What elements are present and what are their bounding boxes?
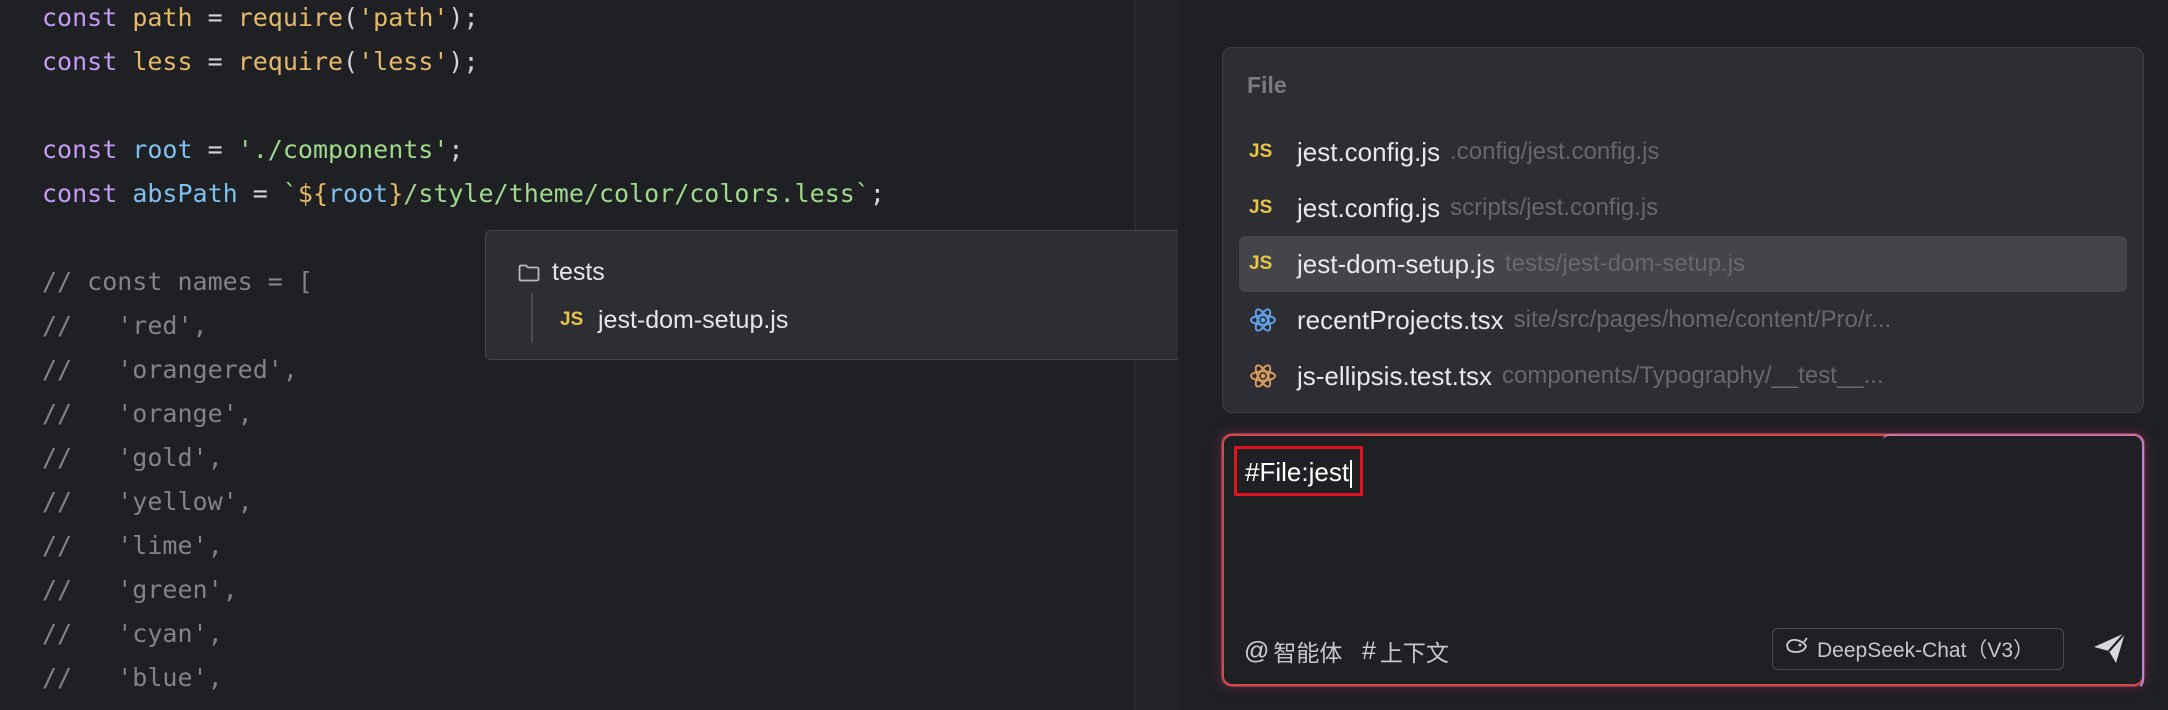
tree-folder-label: tests xyxy=(552,257,605,286)
code-token: absPath xyxy=(132,179,238,208)
suggestion-file-path: components/Typography/__test__... xyxy=(1502,362,1884,389)
js-icon: JS xyxy=(1249,253,1285,275)
code-token: ); xyxy=(448,47,479,76)
code-token: // 'cyan', xyxy=(42,619,223,648)
code-token: // 'gold', xyxy=(42,443,223,472)
code-token: './components' xyxy=(237,135,449,164)
code-line: const root = './components'; xyxy=(42,128,885,172)
suggestion-item[interactable]: JS jest.config.js scripts/jest.config.js xyxy=(1239,180,2127,236)
code-token: 'path' xyxy=(358,3,449,32)
at-icon: @ xyxy=(1244,636,1270,665)
tree-file-row[interactable]: JS jest-dom-setup.js xyxy=(560,303,788,337)
suggestion-item[interactable]: js-ellipsis.test.tsx components/Typograph… xyxy=(1239,348,2127,404)
react-icon xyxy=(1249,306,1285,334)
context-button[interactable]: # 上下文 xyxy=(1362,634,1449,668)
chat-input-box[interactable]: #File:jest @ 智能体 # 上下文 DeepSeek-Chat（V3） xyxy=(1222,434,2144,690)
js-icon: JS xyxy=(1249,141,1285,163)
code-token: path xyxy=(132,3,193,32)
code-token: const xyxy=(42,135,133,164)
hash-icon: # xyxy=(1362,636,1376,665)
code-token: ( xyxy=(343,47,359,76)
suggestion-header: File xyxy=(1247,72,1287,98)
agent-button[interactable]: @ 智能体 xyxy=(1244,634,1342,668)
folder-icon xyxy=(518,264,540,281)
suggestion-item[interactable]: recentProjects.tsx site/src/pages/home/co… xyxy=(1239,292,2127,348)
code-token: // 'orangered', xyxy=(42,355,298,384)
js-badge: JS xyxy=(1249,197,1273,218)
code-line: const path = require('path'); xyxy=(42,0,885,40)
js-icon: JS xyxy=(1249,197,1285,219)
code-line: // 'green', xyxy=(42,568,885,612)
code-token: const xyxy=(42,179,133,208)
tree-file-label: jest-dom-setup.js xyxy=(598,305,789,334)
code-token: } xyxy=(388,179,404,208)
js-badge: JS xyxy=(1249,253,1273,274)
code-line: // 'gold', xyxy=(42,436,885,480)
suggestion-file-path: scripts/jest.config.js xyxy=(1450,194,1659,221)
code-line: const less = require('less'); xyxy=(42,40,885,84)
code-token: = xyxy=(192,3,238,32)
model-selector-label: DeepSeek-Chat（V3） xyxy=(1817,639,2035,662)
tree-folder-row[interactable]: tests xyxy=(518,255,605,289)
suggestion-file-name: jest.config.js xyxy=(1297,192,1441,223)
code-line: // 'orange', xyxy=(42,392,885,436)
code-token: root xyxy=(132,135,193,164)
code-token: const xyxy=(42,47,133,76)
js-badge: JS xyxy=(1249,141,1273,162)
code-token: ` xyxy=(282,179,298,208)
suggestion-file-path: .config/jest.config.js xyxy=(1450,138,1660,165)
code-line: // 'cyan', xyxy=(42,612,885,656)
suggestion-file-name: js-ellipsis.test.tsx xyxy=(1297,360,1493,391)
chat-input-field[interactable]: #File:jest xyxy=(1234,446,1364,496)
code-token: const xyxy=(42,3,133,32)
code-token: // const names = [ xyxy=(42,267,313,296)
suggestion-item[interactable]: JS jest-dom-setup.js tests/jest-dom-setup.… xyxy=(1239,236,2127,292)
chat-input-value: #File:jest xyxy=(1245,457,1350,487)
suggestion-file-name: recentProjects.tsx xyxy=(1297,304,1504,335)
code-token: /style/theme/color/colors.less` xyxy=(403,179,870,208)
code-token: = xyxy=(192,47,238,76)
code-line: const absPath = `${root}/style/theme/col… xyxy=(42,172,885,216)
code-token: root xyxy=(328,179,389,208)
code-token: // 'blue', xyxy=(42,663,223,692)
code-token: require xyxy=(237,47,344,76)
code-token: // 'red', xyxy=(42,311,208,340)
code-token: 'less' xyxy=(358,47,449,76)
file-suggestion-popup: File JS jest.config.js .config/jest.config… xyxy=(1222,47,2144,413)
suggestion-item[interactable]: JS jest.config.js .config/jest.config.js xyxy=(1239,124,2127,180)
agent-button-label: 智能体 xyxy=(1273,640,1343,666)
code-line: // 'blue', xyxy=(42,656,885,700)
code-token: // 'lime', xyxy=(42,531,223,560)
js-icon: JS xyxy=(560,309,584,330)
code-line: // 'yellow', xyxy=(42,480,885,524)
tree-indent-guide xyxy=(531,293,533,343)
model-selector[interactable]: DeepSeek-Chat（V3） xyxy=(1772,628,2064,670)
code-token: ; xyxy=(869,179,885,208)
code-token: // 'yellow', xyxy=(42,487,253,516)
code-line: // 'lime', xyxy=(42,524,885,568)
code-token: ( xyxy=(343,3,359,32)
react-icon xyxy=(1249,362,1285,390)
code-token: = xyxy=(237,179,283,208)
text-caret xyxy=(1350,460,1353,489)
code-token: less xyxy=(132,47,193,76)
suggestion-file-path: tests/jest-dom-setup.js xyxy=(1504,250,1746,277)
send-button[interactable] xyxy=(2090,630,2130,670)
file-tree-popup: tests JS jest-dom-setup.js xyxy=(485,230,1203,360)
code-token: ; xyxy=(448,135,464,164)
send-icon xyxy=(2092,631,2128,670)
code-token: // 'green', xyxy=(42,575,238,604)
code-token: require xyxy=(237,3,344,32)
code-token: // 'orange', xyxy=(42,399,253,428)
code-token: ); xyxy=(448,3,479,32)
suggestion-file-name: jest-dom-setup.js xyxy=(1297,248,1495,279)
suggestion-file-name: jest.config.js xyxy=(1297,136,1441,167)
code-token: = xyxy=(192,135,238,164)
suggestion-file-path: site/src/pages/home/content/Pro/r... xyxy=(1513,306,1892,333)
whale-icon xyxy=(1785,636,1809,662)
code-token: ${ xyxy=(297,179,328,208)
context-button-label: 上下文 xyxy=(1379,640,1449,666)
